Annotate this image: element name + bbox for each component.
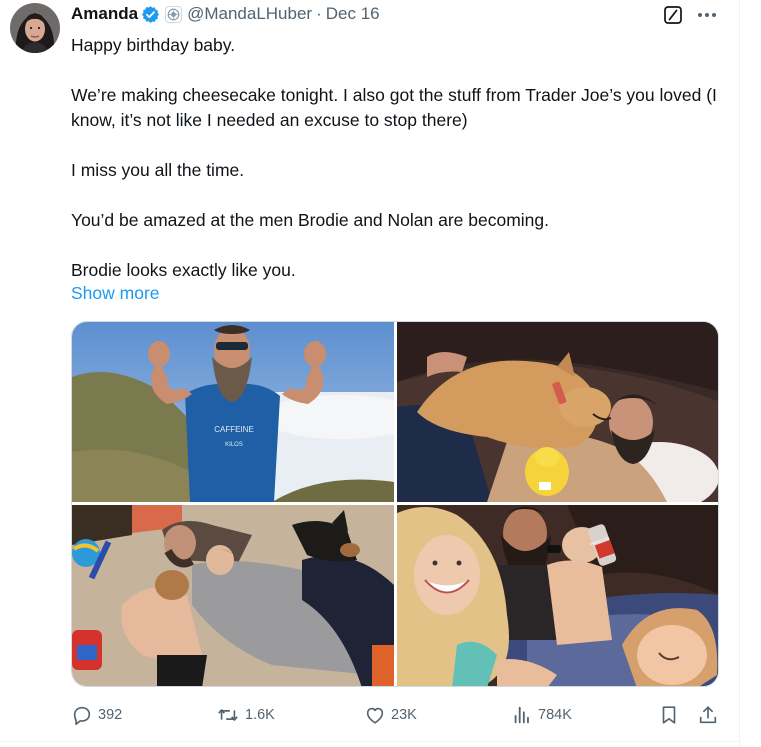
views-icon — [514, 706, 529, 724]
tweet-paragraph: I miss you all the time. — [71, 160, 245, 180]
tweet-divider — [0, 741, 740, 742]
like-button[interactable]: 23K — [364, 701, 417, 729]
photo-man-flexing[interactable]: CAFFEINE KILOS — [72, 322, 394, 502]
photo-family-selfie[interactable]: PRINGLES — [397, 505, 718, 686]
repost-button[interactable]: 1.6K — [216, 701, 275, 729]
bookmark-button[interactable] — [658, 701, 685, 729]
tweet-paragraph: Brodie looks exactly like you. — [71, 260, 296, 280]
heart-icon — [366, 707, 384, 724]
author-handle[interactable]: @MandaLHuber — [187, 4, 312, 24]
tweet-header: Amanda @MandaLHuber · Dec 16 — [71, 2, 380, 26]
tweet-text: Happy birthday baby. We’re making cheese… — [71, 33, 721, 283]
reply-button[interactable]: 392 — [71, 701, 122, 729]
repost-count: 1.6K — [245, 707, 275, 723]
like-count: 23K — [391, 707, 417, 723]
media-grid: CAFFEINE KILOS PRINGLES — [71, 321, 719, 687]
view-count: 784K — [538, 707, 572, 723]
bookmark-icon — [662, 706, 676, 724]
affiliate-badge-icon[interactable] — [165, 5, 183, 23]
photo-man-with-dog[interactable] — [397, 322, 718, 502]
share-icon — [699, 706, 717, 724]
timeline-border — [739, 0, 740, 747]
verified-badge-icon[interactable] — [141, 5, 160, 24]
reply-icon — [73, 706, 91, 725]
tweet-paragraph: We’re making cheesecake tonight. I also … — [71, 85, 717, 130]
reply-count: 392 — [98, 707, 123, 723]
tweet-paragraph: You’d be amazed at the men Brodie and No… — [71, 210, 550, 230]
grok-icon[interactable] — [663, 5, 683, 30]
share-button[interactable] — [697, 701, 724, 729]
more-options-icon[interactable] — [696, 5, 718, 30]
tweet-paragraph: Happy birthday baby. — [71, 35, 236, 55]
author-name[interactable]: Amanda — [71, 4, 138, 24]
photo-family-on-floor[interactable] — [72, 505, 394, 686]
tweet-date[interactable]: Dec 16 — [326, 4, 380, 24]
action-bar: 392 1.6K 23K 784K — [71, 701, 721, 729]
show-more-link[interactable]: Show more — [71, 281, 160, 306]
views-button[interactable]: 784K — [511, 701, 572, 729]
avatar[interactable] — [10, 3, 60, 53]
shirt-text: KILOS — [225, 442, 243, 448]
separator-dot: · — [316, 4, 322, 23]
repost-icon — [218, 709, 238, 721]
shirt-text: CAFFEINE — [214, 425, 254, 434]
